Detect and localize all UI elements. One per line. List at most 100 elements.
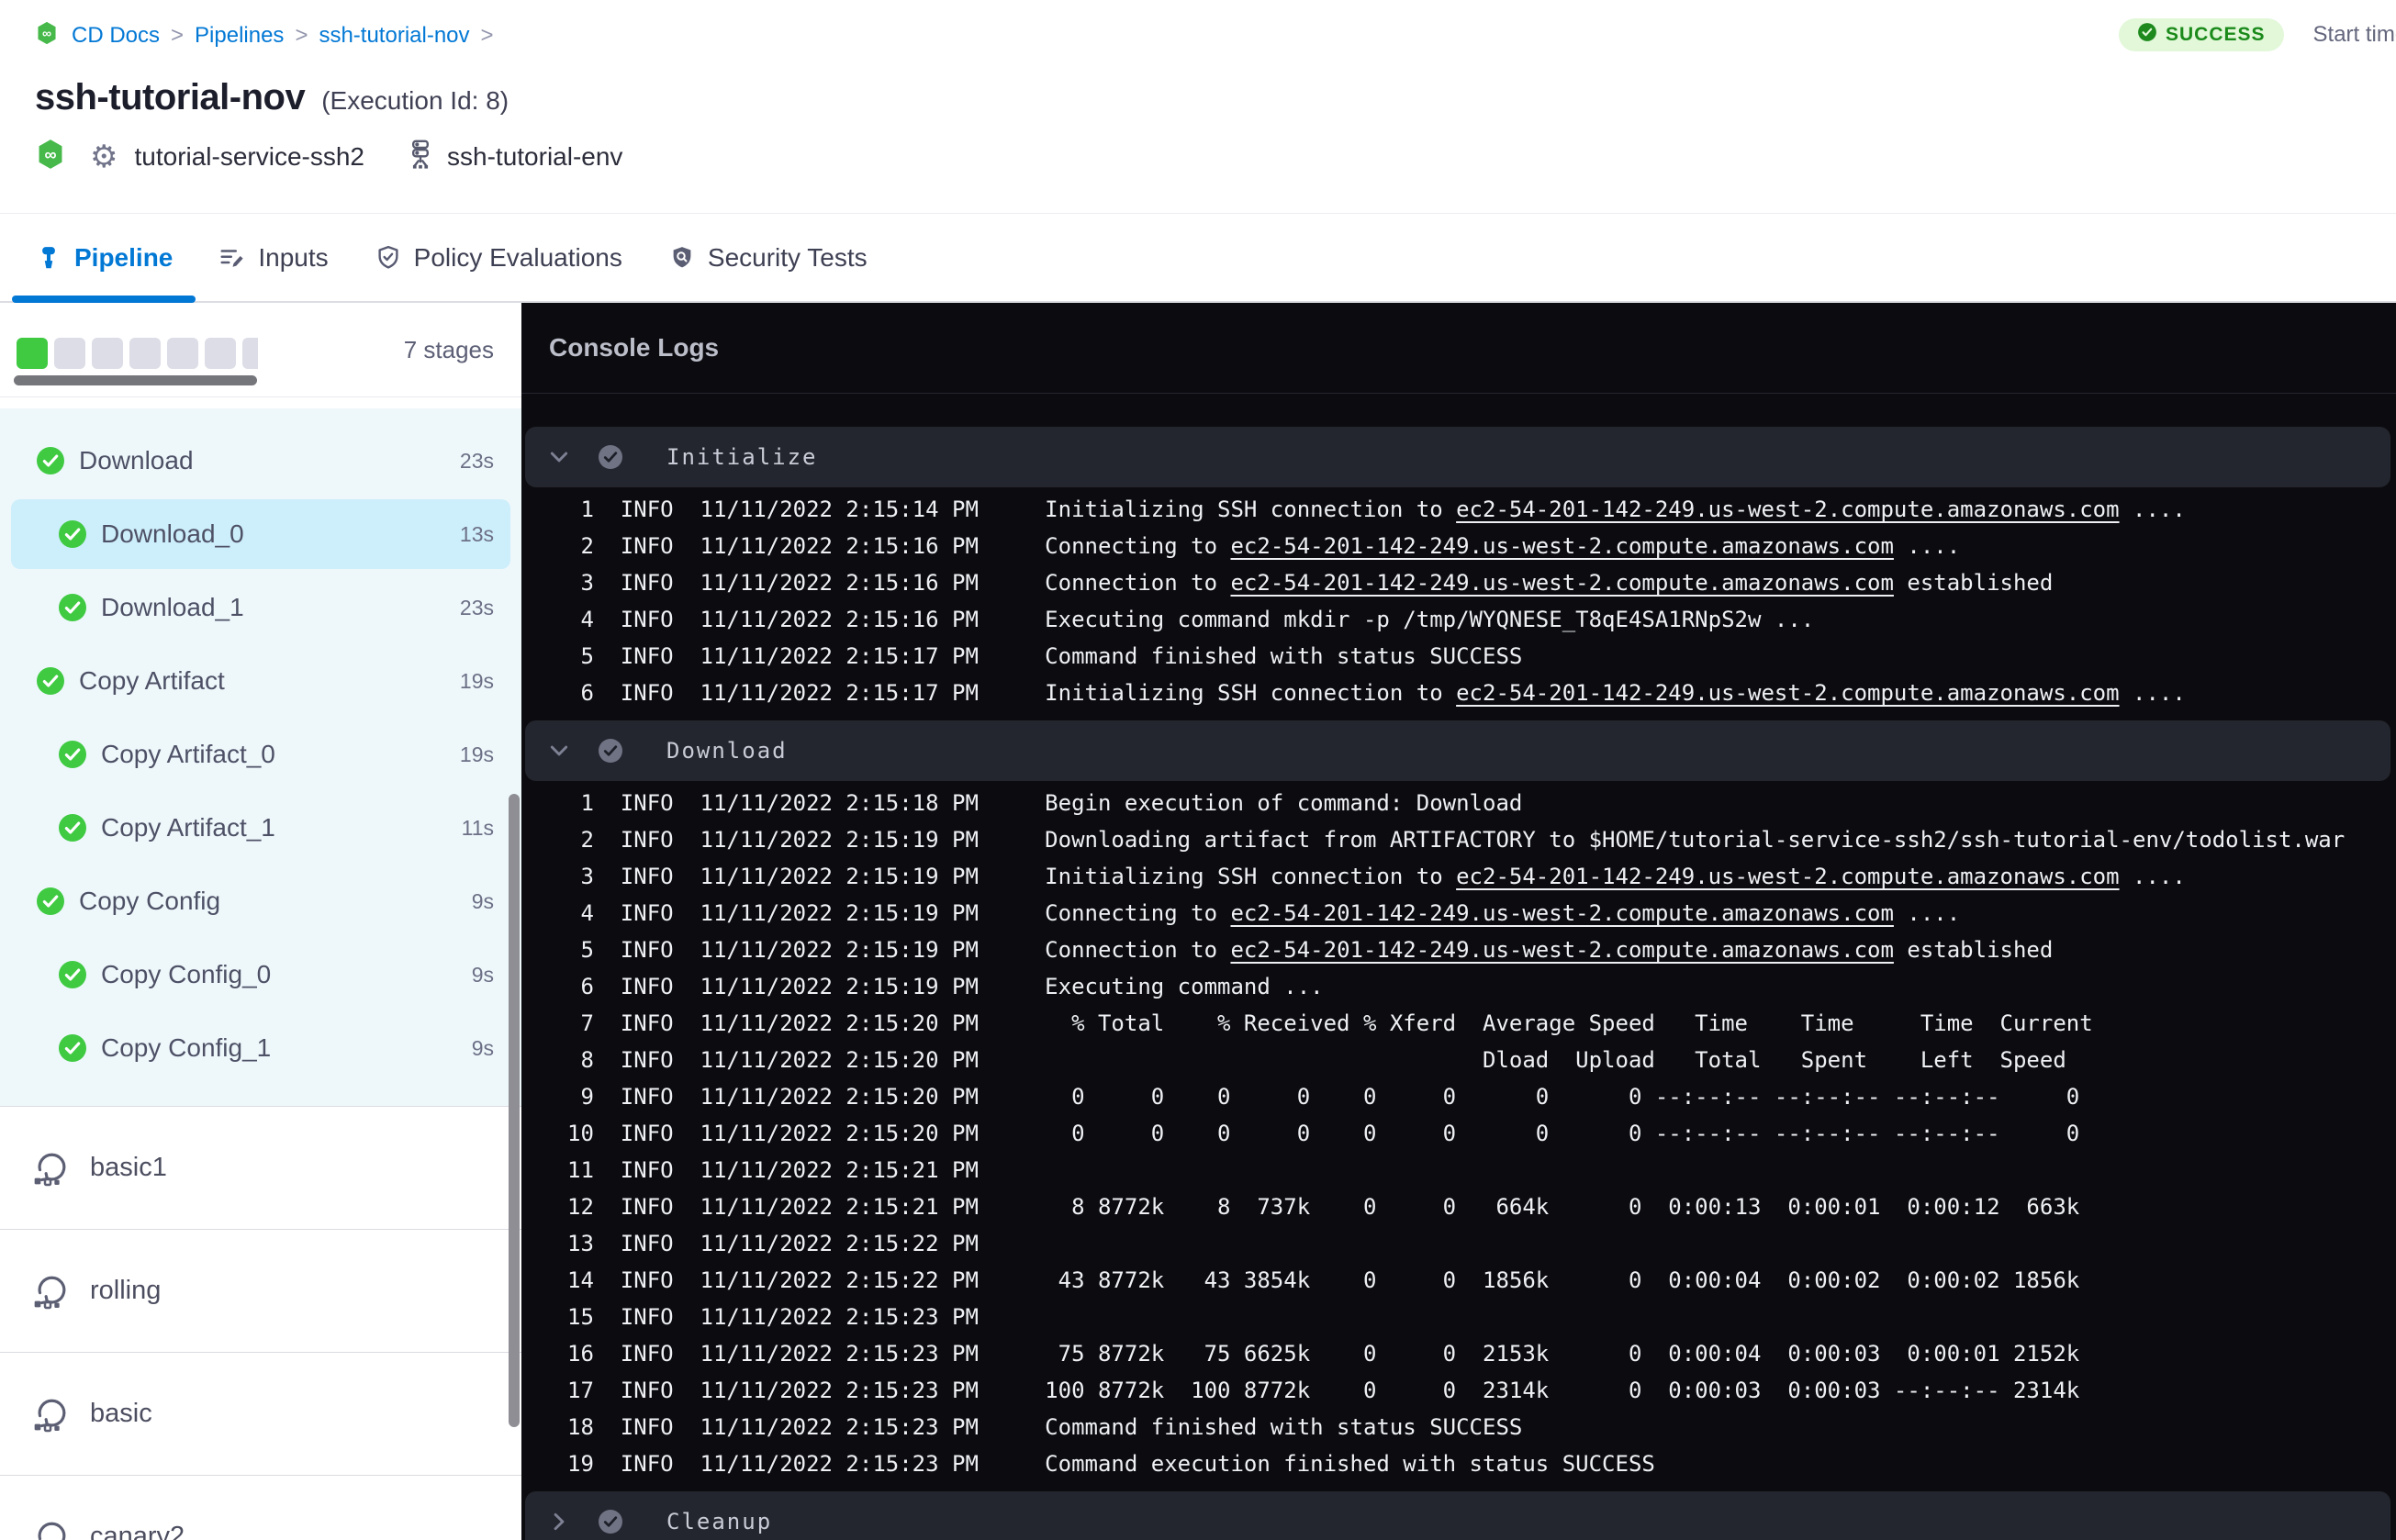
stage-list: Download 23s Download_0 13s Download_1 23s Cop… xyxy=(0,408,521,1106)
log-text: Initializing SSH connection to xyxy=(1045,864,1457,889)
log-text: Executing command ... xyxy=(1045,974,1324,999)
log-line: 6 INFO 11/11/2022 2:15:17 PM Initializin… xyxy=(567,675,2396,711)
log-line: 11 INFO 11/11/2022 2:15:21 PM xyxy=(567,1152,2396,1188)
pipeline-row-basic1[interactable]: basic1 xyxy=(0,1107,521,1230)
stage-progress-square[interactable] xyxy=(129,338,161,369)
pipeline-row-rolling[interactable]: rolling xyxy=(0,1230,521,1353)
breadcrumb-separator: > xyxy=(295,22,308,48)
log-text: Downloading artifact from ARTIFACTORY to… xyxy=(1045,827,2346,853)
log-line: 8 INFO 11/11/2022 2:15:20 PM Dload Uploa… xyxy=(567,1042,2396,1078)
pipeline-meta-row: ∞ ⚙ tutorial-service-ssh2 ssh-tutorial-e… xyxy=(35,138,622,175)
breadcrumb-link-cd-docs[interactable]: CD Docs xyxy=(72,23,160,49)
check-circle-icon xyxy=(59,814,86,842)
log-line-gutter: 12 INFO 11/11/2022 2:15:21 PM xyxy=(567,1194,1046,1220)
section-check-circle-icon xyxy=(599,445,622,469)
page-title: ssh-tutorial-nov xyxy=(35,77,306,117)
stage-progress-scrollbar[interactable] xyxy=(14,375,257,385)
stage-row-download-1[interactable]: Download_1 23s xyxy=(0,571,521,644)
check-circle-icon xyxy=(59,520,86,548)
log-link[interactable]: ec2-54-201-142-249.us-west-2.compute.ama… xyxy=(1456,864,2119,889)
stage-row-download-0[interactable]: Download_0 13s xyxy=(0,497,521,571)
tab-inputs[interactable]: Inputs xyxy=(196,214,351,301)
log-line: 10 INFO 11/11/2022 2:15:20 PM 0 0 0 0 0 … xyxy=(567,1115,2396,1152)
breadcrumb-link-ssh-tutorial-nov[interactable]: ssh-tutorial-nov xyxy=(319,23,469,49)
environment-icon xyxy=(405,139,436,174)
stage-progress-square[interactable] xyxy=(205,338,236,369)
log-link[interactable]: ec2-54-201-142-249.us-west-2.compute.ama… xyxy=(1230,937,1893,963)
log-section-header-download[interactable]: Download xyxy=(525,720,2390,781)
stage-row-download[interactable]: Download 23s xyxy=(0,424,521,497)
svg-text:∞: ∞ xyxy=(44,145,56,164)
console-logs-panel: Console Logs Initialize 1 INFO 11/11/202… xyxy=(521,303,2396,1540)
log-text: Command execution finished with status S… xyxy=(1045,1451,1655,1477)
stage-progress-square[interactable] xyxy=(92,338,123,369)
log-line: 5 INFO 11/11/2022 2:15:17 PM Command fin… xyxy=(567,638,2396,675)
section-check-circle-icon xyxy=(599,739,622,763)
stage-duration: 19s xyxy=(459,668,494,693)
tab-label: Security Tests xyxy=(707,242,868,272)
log-line-gutter: 5 INFO 11/11/2022 2:15:19 PM xyxy=(567,937,1046,963)
log-text: Connection to xyxy=(1045,937,1231,963)
log-line-gutter: 2 INFO 11/11/2022 2:15:16 PM xyxy=(567,533,1046,559)
log-section-name: Download xyxy=(666,738,788,764)
stage-progress-square[interactable] xyxy=(17,338,48,369)
log-line-gutter: 3 INFO 11/11/2022 2:15:16 PM xyxy=(567,570,1046,596)
policy-evaluations-icon xyxy=(375,244,402,272)
log-text: established xyxy=(1893,570,2054,596)
harness-cd-logo-icon: ∞ xyxy=(35,20,59,50)
stage-row-copy-artifact-1[interactable]: Copy Artifact_1 11s xyxy=(0,791,521,865)
security-tests-icon xyxy=(668,244,696,272)
log-link[interactable]: ec2-54-201-142-249.us-west-2.compute.ama… xyxy=(1456,680,2119,706)
breadcrumb-separator: > xyxy=(171,22,185,48)
log-line-gutter: 6 INFO 11/11/2022 2:15:17 PM xyxy=(567,680,1046,706)
tab-pipeline[interactable]: Pipeline xyxy=(12,214,196,303)
log-line: 17 INFO 11/11/2022 2:15:23 PM 100 8772k … xyxy=(567,1372,2396,1409)
log-section-name: Initialize xyxy=(666,444,818,470)
breadcrumb-link-pipelines[interactable]: Pipelines xyxy=(195,23,284,49)
check-circle-icon xyxy=(59,1034,86,1062)
log-line: 16 INFO 11/11/2022 2:15:23 PM 75 8772k 7… xyxy=(567,1335,2396,1372)
pipeline-row-basic[interactable]: basic xyxy=(0,1353,521,1476)
pipeline-row-canary2[interactable]: canary2 xyxy=(0,1476,521,1540)
chevron-right-icon[interactable] xyxy=(547,1510,571,1534)
log-link[interactable]: ec2-54-201-142-249.us-west-2.compute.ama… xyxy=(1230,900,1893,926)
stage-row-copy-config-0[interactable]: Copy Config_0 9s xyxy=(0,938,521,1011)
chevron-down-icon[interactable] xyxy=(547,445,571,469)
log-link[interactable]: ec2-54-201-142-249.us-west-2.compute.ama… xyxy=(1230,570,1893,596)
stage-row-copy-artifact[interactable]: Copy Artifact 19s xyxy=(0,644,521,718)
log-link[interactable]: ec2-54-201-142-249.us-west-2.compute.ama… xyxy=(1230,533,1893,559)
stage-label: Copy Artifact_1 xyxy=(101,813,275,842)
sidebar-scrollbar[interactable] xyxy=(509,794,520,1427)
stage-row-copy-config[interactable]: Copy Config 9s xyxy=(0,865,521,938)
log-line-gutter: 1 INFO 11/11/2022 2:15:18 PM xyxy=(567,790,1046,816)
chevron-down-icon[interactable] xyxy=(547,739,571,763)
stage-row-copy-artifact-0[interactable]: Copy Artifact_0 19s xyxy=(0,718,521,791)
log-link[interactable]: ec2-54-201-142-249.us-west-2.compute.ama… xyxy=(1456,497,2119,522)
tabs: Pipeline Inputs Policy Evaluations Security… xyxy=(0,214,2396,303)
tab-security-tests[interactable]: Security Tests xyxy=(645,214,890,301)
stage-progress-square[interactable] xyxy=(54,338,85,369)
stage-label: Download xyxy=(79,446,194,474)
log-line: 9 INFO 11/11/2022 2:15:20 PM 0 0 0 0 0 0… xyxy=(567,1078,2396,1115)
tab-policy-evaluations[interactable]: Policy Evaluations xyxy=(352,214,645,301)
log-text: .... xyxy=(2119,497,2186,522)
stage-progress-square[interactable] xyxy=(167,338,198,369)
log-text: .... xyxy=(1893,533,1961,559)
log-section-header-cleanup[interactable]: Cleanup xyxy=(525,1491,2390,1540)
tab-label: Pipeline xyxy=(74,242,174,272)
log-text: Command finished with status SUCCESS xyxy=(1045,643,1523,669)
stage-duration: 19s xyxy=(459,742,494,766)
stage-row-copy-config-1[interactable]: Copy Config_1 9s xyxy=(0,1011,521,1085)
stage-progress-square[interactable] xyxy=(242,338,258,369)
header-right: SUCCESS Start time xyxy=(2119,18,2396,51)
log-line: 4 INFO 11/11/2022 2:15:16 PM Executing c… xyxy=(567,601,2396,638)
log-line: 14 INFO 11/11/2022 2:15:22 PM 43 8772k 4… xyxy=(567,1262,2396,1299)
log-text: .... xyxy=(2119,680,2186,706)
stage-sidebar: 7 stages Download 23s Download_0 13s Downloa… xyxy=(0,303,521,1540)
log-line-gutter: 9 INFO 11/11/2022 2:15:20 PM xyxy=(567,1084,1046,1110)
log-text: 0 0 0 0 0 0 0 0 --:--:-- --:--:-- --:--:… xyxy=(1045,1121,2080,1146)
stage-label: Copy Artifact xyxy=(79,666,225,695)
log-text: 43 8772k 43 3854k 0 0 1856k 0 0:00:04 0:… xyxy=(1045,1267,2080,1293)
log-section-header-initialize[interactable]: Initialize xyxy=(525,427,2390,487)
log-line-gutter: 14 INFO 11/11/2022 2:15:22 PM xyxy=(567,1267,1046,1293)
